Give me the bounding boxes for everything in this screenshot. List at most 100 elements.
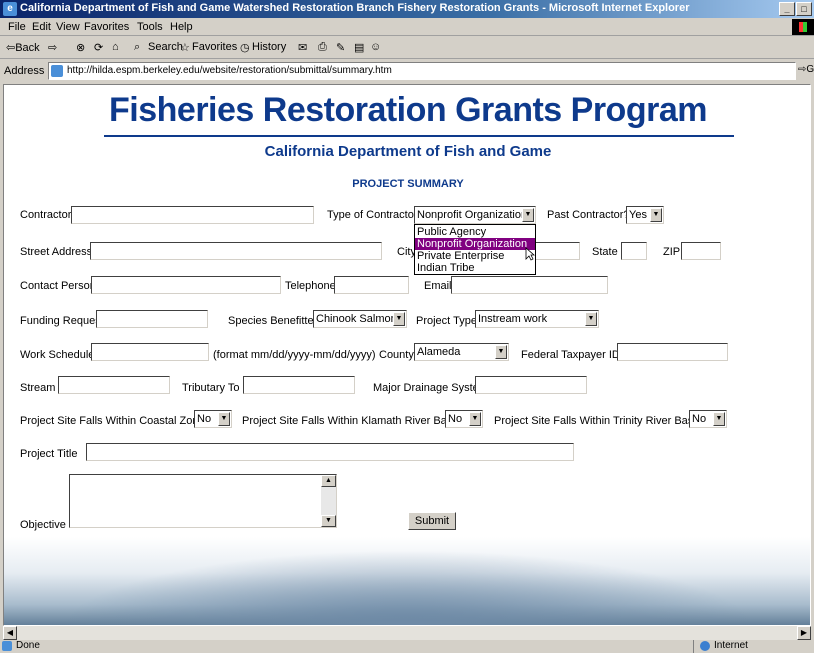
scroll-up-icon[interactable]: ▲: [321, 475, 336, 487]
stream-input[interactable]: [58, 376, 170, 394]
telephone-input[interactable]: [334, 276, 409, 294]
option-public-agency[interactable]: Public Agency: [415, 226, 535, 238]
window-title: California Department of Fish and Game W…: [20, 2, 690, 14]
city-input[interactable]: [534, 242, 580, 260]
back-button[interactable]: ⇦Back: [6, 41, 40, 54]
option-nonprofit-organization[interactable]: Nonprofit Organization: [415, 238, 535, 250]
past-contractor-label: Past Contractor?: [547, 209, 630, 221]
section-heading: PROJECT SUMMARY: [352, 178, 464, 190]
chevron-down-icon[interactable]: ▼: [469, 412, 481, 426]
menu-view[interactable]: View: [56, 21, 80, 33]
coastal-zone-value: No: [197, 413, 212, 425]
page-done-icon: [2, 641, 12, 651]
objective-textarea[interactable]: ▲ ▼: [69, 474, 337, 528]
horizontal-scrollbar[interactable]: ◀ ▶: [3, 626, 811, 640]
forward-button[interactable]: ⇨: [48, 41, 57, 54]
maximize-button[interactable]: □: [796, 2, 812, 16]
contact-person-label: Contact Person: [20, 280, 96, 292]
history-button[interactable]: History: [252, 41, 286, 53]
menu-help[interactable]: Help: [170, 21, 193, 33]
scroll-down-icon[interactable]: ▼: [321, 515, 336, 527]
zip-input[interactable]: [681, 242, 721, 260]
federal-taxpayer-id-label: Federal Taxpayer ID: [521, 349, 620, 361]
trinity-label: Project Site Falls Within Trinity River …: [494, 415, 702, 427]
objective-scrollbar[interactable]: ▲ ▼: [321, 475, 336, 527]
project-type-label: Project Type: [416, 315, 477, 327]
search-icon[interactable]: ⌕: [134, 41, 140, 54]
chevron-down-icon[interactable]: ▼: [495, 345, 507, 359]
klamath-value: No: [448, 413, 463, 425]
chevron-down-icon[interactable]: ▼: [218, 412, 230, 426]
status-text: Done: [16, 640, 40, 651]
water-banner-image: [4, 537, 810, 625]
globe-icon: [700, 641, 710, 651]
toolbar: ⇦Back ⇨ ⊗ ⟳ ⌂ ⌕ Search ☆ Favorites ◷ His…: [0, 37, 814, 59]
discuss-icon[interactable]: ▤: [354, 41, 364, 54]
zone-text: Internet: [714, 640, 748, 651]
zip-label: ZIP: [663, 246, 681, 258]
contractor-label: Contractor: [20, 209, 72, 221]
past-contractor-value: Yes: [629, 209, 647, 221]
stop-icon[interactable]: ⊗: [76, 41, 85, 54]
chevron-down-icon[interactable]: ▼: [522, 208, 534, 222]
email-label: Email: [424, 280, 452, 292]
telephone-label: Telephone: [285, 280, 336, 292]
history-icon[interactable]: ◷: [240, 41, 250, 54]
minimize-button[interactable]: _: [779, 2, 795, 16]
coastal-zone-select[interactable]: No ▼: [194, 410, 232, 428]
state-input[interactable]: [621, 242, 647, 260]
tributary-to-input[interactable]: [243, 376, 355, 394]
chevron-down-icon[interactable]: ▼: [713, 412, 725, 426]
county-label: County: [379, 349, 414, 361]
submit-button[interactable]: Submit: [408, 512, 456, 530]
county-select[interactable]: Alameda ▼: [414, 343, 509, 361]
trinity-select[interactable]: No ▼: [689, 410, 727, 428]
status-bar: Done Internet: [0, 640, 814, 653]
street-address-input[interactable]: [90, 242, 382, 260]
project-title-input[interactable]: [86, 443, 574, 461]
major-drainage-input[interactable]: [475, 376, 587, 394]
tributary-to-label: Tributary To: [182, 382, 240, 394]
menu-file[interactable]: File: [8, 21, 26, 33]
chevron-down-icon[interactable]: ▼: [585, 312, 597, 326]
work-schedule-input[interactable]: [91, 343, 209, 361]
project-type-select[interactable]: Instream work ▼: [475, 310, 599, 328]
windows-logo-icon: [792, 19, 814, 35]
address-url[interactable]: http://hilda.espm.berkeley.edu/website/r…: [67, 65, 392, 76]
menu-edit[interactable]: Edit: [32, 21, 51, 33]
favorites-button[interactable]: Favorites: [192, 41, 237, 53]
species-benefitted-select[interactable]: Chinook Salmon ▼: [313, 310, 407, 328]
favorites-icon[interactable]: ☆: [180, 41, 190, 54]
federal-taxpayer-id-input[interactable]: [617, 343, 728, 361]
contractor-input[interactable]: [71, 206, 314, 224]
klamath-label: Project Site Falls Within Klamath River …: [242, 415, 461, 427]
project-title-label: Project Title: [20, 448, 78, 460]
work-schedule-label: Work Schedule: [20, 349, 95, 361]
search-button[interactable]: Search: [148, 41, 183, 53]
refresh-icon[interactable]: ⟳: [94, 41, 103, 54]
funding-request-input[interactable]: [96, 310, 208, 328]
edit-icon[interactable]: ✎: [336, 41, 345, 54]
option-indian-tribe[interactable]: Indian Tribe: [415, 262, 535, 274]
mail-icon[interactable]: ✉: [298, 41, 307, 54]
print-icon[interactable]: ⎙: [318, 41, 327, 54]
option-private-enterprise[interactable]: Private Enterprise: [415, 250, 535, 262]
messenger-icon[interactable]: ☺: [370, 41, 381, 53]
chevron-down-icon[interactable]: ▼: [393, 312, 405, 326]
klamath-select[interactable]: No ▼: [445, 410, 483, 428]
scroll-right-icon[interactable]: ▶: [797, 626, 811, 640]
security-zone: Internet: [693, 640, 814, 653]
type-of-contractor-select[interactable]: Nonprofit Organization ▼: [414, 206, 536, 224]
contact-person-input[interactable]: [91, 276, 281, 294]
major-drainage-label: Major Drainage System: [373, 382, 488, 394]
menu-tools[interactable]: Tools: [137, 21, 163, 33]
trinity-value: No: [692, 413, 707, 425]
scroll-left-icon[interactable]: ◀: [3, 626, 17, 640]
address-input[interactable]: http://hilda.espm.berkeley.edu/website/r…: [48, 62, 796, 80]
home-icon[interactable]: ⌂: [112, 41, 119, 53]
menu-favorites[interactable]: Favorites: [84, 21, 129, 33]
past-contractor-select[interactable]: Yes ▼: [626, 206, 664, 224]
go-button[interactable]: ⇨Go: [798, 64, 814, 75]
email-input[interactable]: [451, 276, 608, 294]
chevron-down-icon[interactable]: ▼: [650, 208, 662, 222]
